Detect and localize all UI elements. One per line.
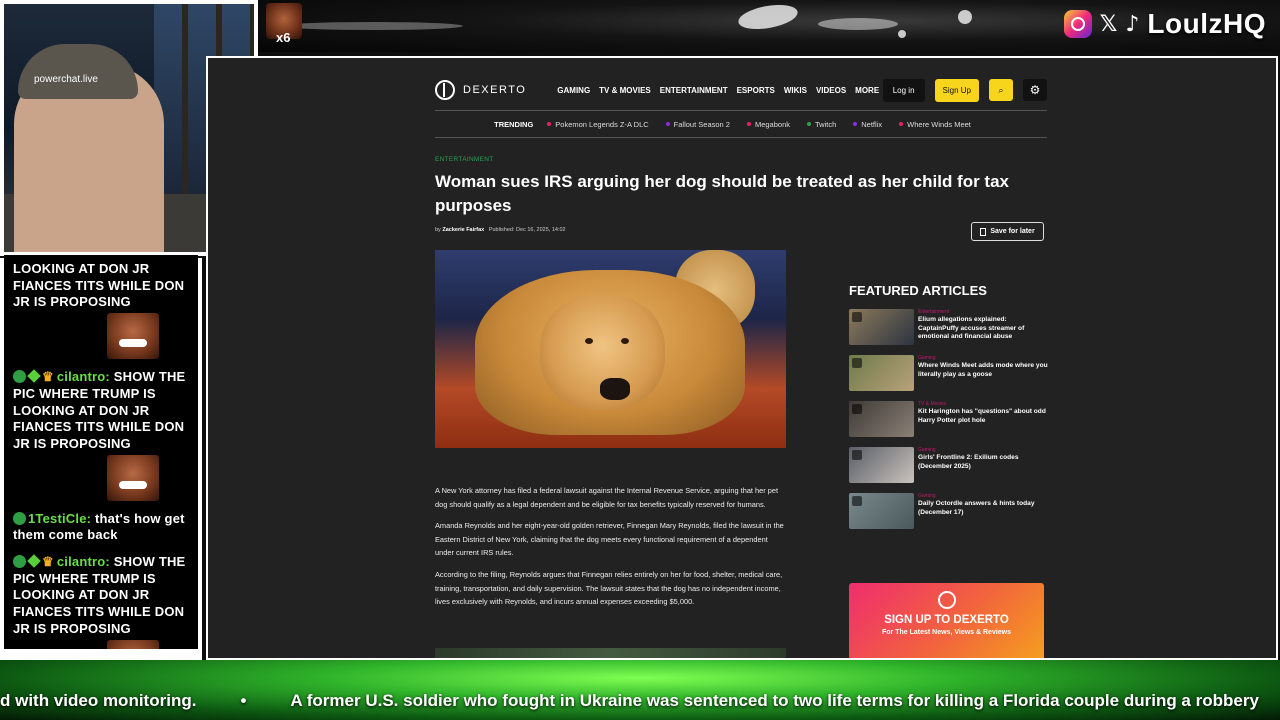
chat-username[interactable]: cilantro: bbox=[57, 369, 110, 384]
search-icon[interactable]: ⌕ bbox=[989, 79, 1013, 101]
article-inline-image bbox=[435, 648, 786, 658]
trending-item[interactable]: Megabonk bbox=[746, 120, 790, 129]
browser-capture: DEXERTO GAMING TV & MOVIES ENTERTAINMENT… bbox=[206, 56, 1278, 660]
news-ticker: d with video monitoring. • A former U.S.… bbox=[0, 660, 1280, 720]
chat-message: LOOKING AT DON JR FIANCES TITS WHILE DON… bbox=[13, 261, 189, 360]
x-icon: 𝕏 bbox=[1099, 11, 1118, 37]
site-header: DEXERTO GAMING TV & MOVIES ENTERTAINMENT… bbox=[435, 70, 1047, 110]
newsletter-signup-card[interactable]: SIGN UP TO DEXERTO For The Latest News, … bbox=[849, 583, 1044, 658]
save-icon[interactable] bbox=[852, 312, 862, 322]
save-icon[interactable] bbox=[852, 358, 862, 368]
site-logo[interactable]: DEXERTO bbox=[463, 84, 526, 96]
chat-username[interactable]: 1TestiCle: bbox=[28, 511, 91, 526]
article-paragraph: A New York attorney has filed a federal … bbox=[435, 486, 779, 509]
emote-combo-count: x6 bbox=[276, 30, 291, 45]
dexerto-logo-icon bbox=[937, 591, 956, 609]
save-icon[interactable] bbox=[852, 496, 862, 506]
moderator-badge-icon bbox=[13, 511, 26, 525]
social-bar: 𝕏 ♪ LoulzHQ bbox=[1063, 8, 1266, 40]
chat-message: ♛ cilantro: SHOW THE PIC WHERE TRUMP IS L… bbox=[13, 369, 189, 501]
crown-badge-icon: ♛ bbox=[42, 369, 54, 385]
nav-more[interactable]: MORE bbox=[855, 86, 879, 95]
nav-tv-movies[interactable]: TV & MOVIES bbox=[599, 86, 651, 95]
featured-item[interactable]: Gaming Where Winds Meet adds mode where y… bbox=[849, 355, 1049, 393]
nav-entertainment[interactable]: ENTERTAINMENT bbox=[660, 86, 728, 95]
article-paragraph: Amanda Reynolds and her eight-year-old g… bbox=[435, 521, 784, 558]
header-actions: Log in Sign Up ⌕ ⚙ bbox=[882, 78, 1047, 102]
publish-date: Published: Dec 16, 2025, 14:02 bbox=[488, 227, 566, 233]
featured-thumbnail bbox=[849, 355, 914, 391]
emote-icon bbox=[107, 454, 159, 501]
bookmark-icon bbox=[980, 227, 987, 236]
article-hero-image bbox=[435, 250, 786, 448]
chat-messages: LOOKING AT DON JR FIANCES TITS WHILE DON… bbox=[4, 255, 198, 649]
login-button[interactable]: Log in bbox=[882, 78, 925, 102]
channel-brand: LoulzHQ bbox=[1147, 8, 1266, 39]
dexerto-page: DEXERTO GAMING TV & MOVIES ENTERTAINMENT… bbox=[208, 58, 1276, 658]
ticker-item: A former U.S. soldier who fought in Ukra… bbox=[290, 691, 1259, 710]
nav-wikis[interactable]: WIKIS bbox=[784, 86, 807, 95]
save-icon[interactable] bbox=[852, 450, 862, 460]
featured-thumbnail bbox=[849, 493, 914, 529]
save-icon[interactable] bbox=[852, 404, 862, 414]
save-for-later-button[interactable]: Save for later bbox=[971, 222, 1044, 241]
featured-item[interactable]: Gaming Daily Octordle answers & hints tod… bbox=[849, 493, 1049, 531]
vip-badge-icon bbox=[27, 554, 41, 568]
nav-esports[interactable]: ESPORTS bbox=[737, 86, 775, 95]
ticker-item: d with video monitoring. bbox=[0, 691, 197, 710]
featured-heading: FEATURED ARTICLES bbox=[849, 283, 987, 298]
moderator-badge-icon bbox=[13, 370, 26, 384]
emote-icon bbox=[107, 313, 159, 360]
crown-badge-icon: ♛ bbox=[42, 554, 54, 570]
moderator-badge-icon bbox=[13, 555, 26, 569]
vip-badge-icon bbox=[27, 369, 41, 383]
trending-item[interactable]: Where Winds Meet bbox=[899, 120, 971, 129]
nav-videos[interactable]: VIDEOS bbox=[816, 86, 846, 95]
featured-thumbnail bbox=[849, 401, 914, 437]
article-byline: by Zackerie Fairfax Published: Dec 16, 2… bbox=[435, 227, 566, 233]
article-title: Woman sues IRS arguing her dog should be… bbox=[435, 172, 1010, 215]
emote-icon bbox=[107, 639, 159, 649]
tiktok-icon: ♪ bbox=[1125, 11, 1140, 37]
article-category[interactable]: ENTERTAINMENT bbox=[435, 156, 494, 163]
featured-item[interactable]: TV & Movies Kit Harington has "questions"… bbox=[849, 401, 1049, 439]
chat-message: ♛ cilantro: SHOW THE PIC WHERE TRUMP IS L… bbox=[13, 554, 189, 649]
cap bbox=[18, 44, 138, 99]
featured-thumbnail bbox=[849, 309, 914, 345]
signup-card-subtitle: For The Latest News, Views & Reviews bbox=[881, 629, 1012, 636]
author-link[interactable]: Zackerie Fairfax bbox=[442, 227, 484, 233]
gear-icon[interactable]: ⚙ bbox=[1023, 79, 1047, 101]
chat-panel: LOOKING AT DON JR FIANCES TITS WHILE DON… bbox=[0, 255, 202, 660]
ticker-separator: • bbox=[240, 691, 247, 710]
nav-gaming[interactable]: GAMING bbox=[557, 86, 590, 95]
trending-bar: TRENDING Pokemon Legends Z-A DLC Fallout… bbox=[435, 110, 1047, 138]
trending-item[interactable]: Pokemon Legends Z-A DLC bbox=[547, 120, 649, 129]
stream-overlay: x6 𝕏 ♪ LoulzHQ powerchat.live LOOKING AT… bbox=[0, 0, 1280, 720]
featured-thumbnail bbox=[849, 447, 914, 483]
signup-card-title: SIGN UP TO DEXERTO bbox=[884, 614, 1009, 626]
chat-message: 1TestiCle: that's how get them come back bbox=[13, 511, 189, 544]
chat-username[interactable]: cilantro: bbox=[57, 554, 110, 569]
article-paragraph: According to the filing, Reynolds argues… bbox=[435, 569, 783, 607]
trending-label: TRENDING bbox=[494, 119, 534, 129]
instagram-icon bbox=[1063, 10, 1092, 38]
featured-item[interactable]: Entertainment Elium allegations explained… bbox=[849, 309, 1049, 347]
featured-item[interactable]: Gaming Girls' Frontline 2: Exilium codes … bbox=[849, 447, 1049, 485]
trending-item[interactable]: Netflix bbox=[853, 120, 882, 129]
article-body: A New York attorney has filed a federal … bbox=[435, 484, 785, 617]
cap-logo-text: powerchat.live bbox=[34, 74, 98, 85]
trending-item[interactable]: Twitch bbox=[807, 120, 836, 129]
chat-message-text: LOOKING AT DON JR FIANCES TITS WHILE DON… bbox=[13, 261, 185, 310]
signup-button[interactable]: Sign Up bbox=[934, 78, 979, 102]
trending-item[interactable]: Fallout Season 2 bbox=[665, 120, 730, 129]
dexerto-logo-icon[interactable] bbox=[435, 80, 455, 100]
main-nav: GAMING TV & MOVIES ENTERTAINMENT ESPORTS… bbox=[557, 86, 879, 95]
